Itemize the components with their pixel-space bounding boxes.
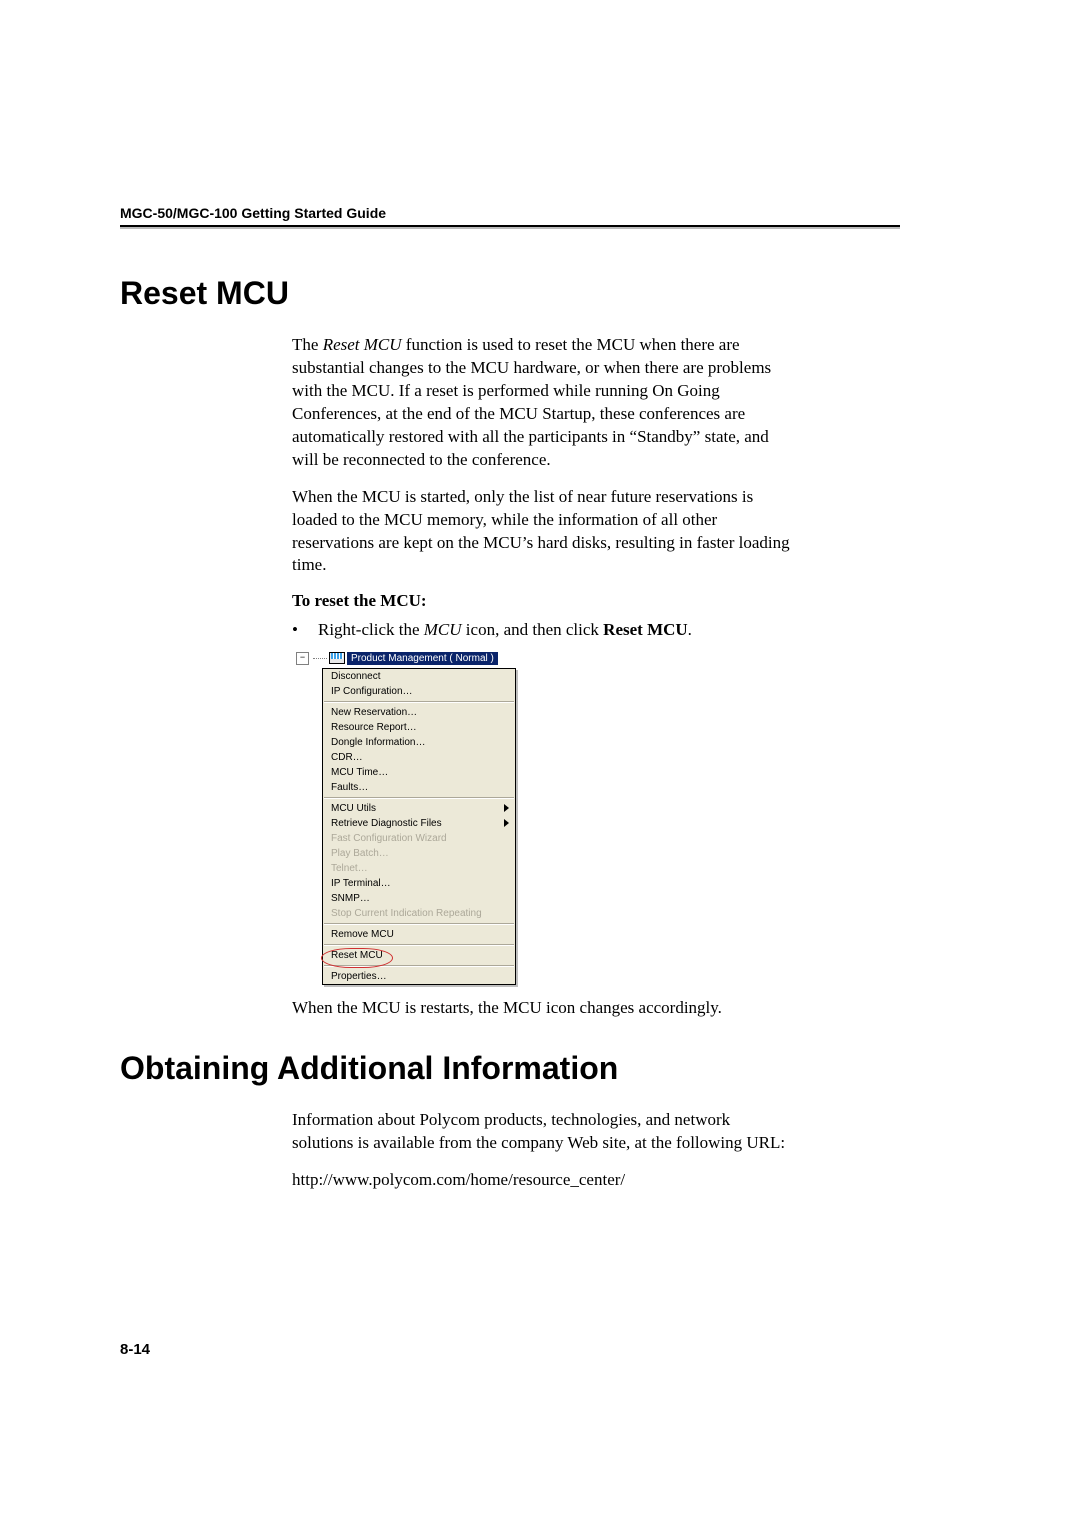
menu-item-label: MCU Utils bbox=[331, 803, 376, 814]
procedure-heading: To reset the MCU: bbox=[292, 591, 792, 611]
header-rule bbox=[120, 225, 900, 227]
text-italic: MCU bbox=[424, 620, 462, 639]
heading-reset-mcu: Reset MCU bbox=[120, 275, 900, 312]
page-content: MGC-50/MGC-100 Getting Started Guide Res… bbox=[120, 205, 900, 1206]
menu-item-resource-report: Resource Report… bbox=[323, 720, 515, 735]
menu-item-retrieve-diagnostic: Retrieve Diagnostic Files bbox=[323, 816, 515, 831]
menu-item-snmp: SNMP… bbox=[323, 891, 515, 906]
mcu-icon bbox=[329, 651, 345, 665]
menu-item-fast-config-wizard: Fast Configuration Wizard bbox=[323, 831, 515, 846]
menu-item-mcu-utils: MCU Utils bbox=[323, 801, 515, 816]
menu-separator bbox=[324, 965, 514, 967]
body-column-1: The Reset MCU function is used to reset … bbox=[292, 334, 792, 1020]
menu-item-faults: Faults… bbox=[323, 780, 515, 795]
obtaining-info-paragraph-1: Information about Polycom products, tech… bbox=[292, 1109, 792, 1155]
procedure-step-text: Right-click the MCU icon, and then click… bbox=[318, 619, 692, 642]
menu-item-reset-mcu: Reset MCU bbox=[323, 948, 515, 963]
menu-item-dongle-information: Dongle Information… bbox=[323, 735, 515, 750]
running-header: MGC-50/MGC-100 Getting Started Guide bbox=[120, 205, 900, 221]
menu-item-properties: Properties… bbox=[323, 969, 515, 984]
text: icon, and then click bbox=[462, 620, 604, 639]
obtaining-info-url: http://www.polycom.com/home/resource_cen… bbox=[292, 1169, 792, 1192]
tree-connector-icon bbox=[313, 658, 327, 659]
text: The bbox=[292, 335, 323, 354]
menu-item-ip-terminal: IP Terminal… bbox=[323, 876, 515, 891]
bullet-icon: • bbox=[292, 619, 318, 642]
submenu-arrow-icon bbox=[504, 819, 509, 827]
menu-item-mcu-time: MCU Time… bbox=[323, 765, 515, 780]
menu-separator bbox=[324, 944, 514, 946]
context-menu-screenshot: − Product Management ( Normal ) Disconne… bbox=[296, 650, 488, 985]
menu-item-remove-mcu: Remove MCU bbox=[323, 927, 515, 942]
text: function is used to reset the MCU when t… bbox=[292, 335, 771, 469]
text-italic: Reset MCU bbox=[323, 335, 402, 354]
menu-item-disconnect: Disconnect bbox=[323, 669, 515, 684]
menu-item-stop-indication: Stop Current Indication Repeating bbox=[323, 906, 515, 921]
text-bold: Reset MCU bbox=[603, 620, 688, 639]
text: Right-click the bbox=[318, 620, 424, 639]
submenu-arrow-icon bbox=[504, 804, 509, 812]
context-menu: Disconnect IP Configuration… New Reserva… bbox=[322, 668, 516, 985]
reset-mcu-paragraph-2: When the MCU is started, only the list o… bbox=[292, 486, 792, 578]
menu-item-telnet: Telnet… bbox=[323, 861, 515, 876]
tree-node: − Product Management ( Normal ) bbox=[296, 650, 488, 666]
page-number: 8-14 bbox=[120, 1341, 150, 1358]
menu-item-play-batch: Play Batch… bbox=[323, 846, 515, 861]
procedure-step: • Right-click the MCU icon, and then cli… bbox=[292, 619, 792, 642]
menu-separator bbox=[324, 797, 514, 799]
menu-separator bbox=[324, 923, 514, 925]
screenshot-caption: When the MCU is restarts, the MCU icon c… bbox=[292, 997, 792, 1020]
menu-item-new-reservation: New Reservation… bbox=[323, 705, 515, 720]
text: . bbox=[688, 620, 692, 639]
reset-mcu-paragraph-1: The Reset MCU function is used to reset … bbox=[292, 334, 792, 472]
menu-item-cdr: CDR… bbox=[323, 750, 515, 765]
tree-node-label: Product Management ( Normal ) bbox=[347, 652, 498, 665]
body-column-2: Information about Polycom products, tech… bbox=[292, 1109, 792, 1192]
menu-item-ip-configuration: IP Configuration… bbox=[323, 684, 515, 699]
tree-collapse-icon: − bbox=[296, 652, 309, 665]
heading-obtaining-info: Obtaining Additional Information bbox=[120, 1050, 900, 1087]
menu-separator bbox=[324, 701, 514, 703]
menu-item-label: Retrieve Diagnostic Files bbox=[331, 818, 442, 829]
